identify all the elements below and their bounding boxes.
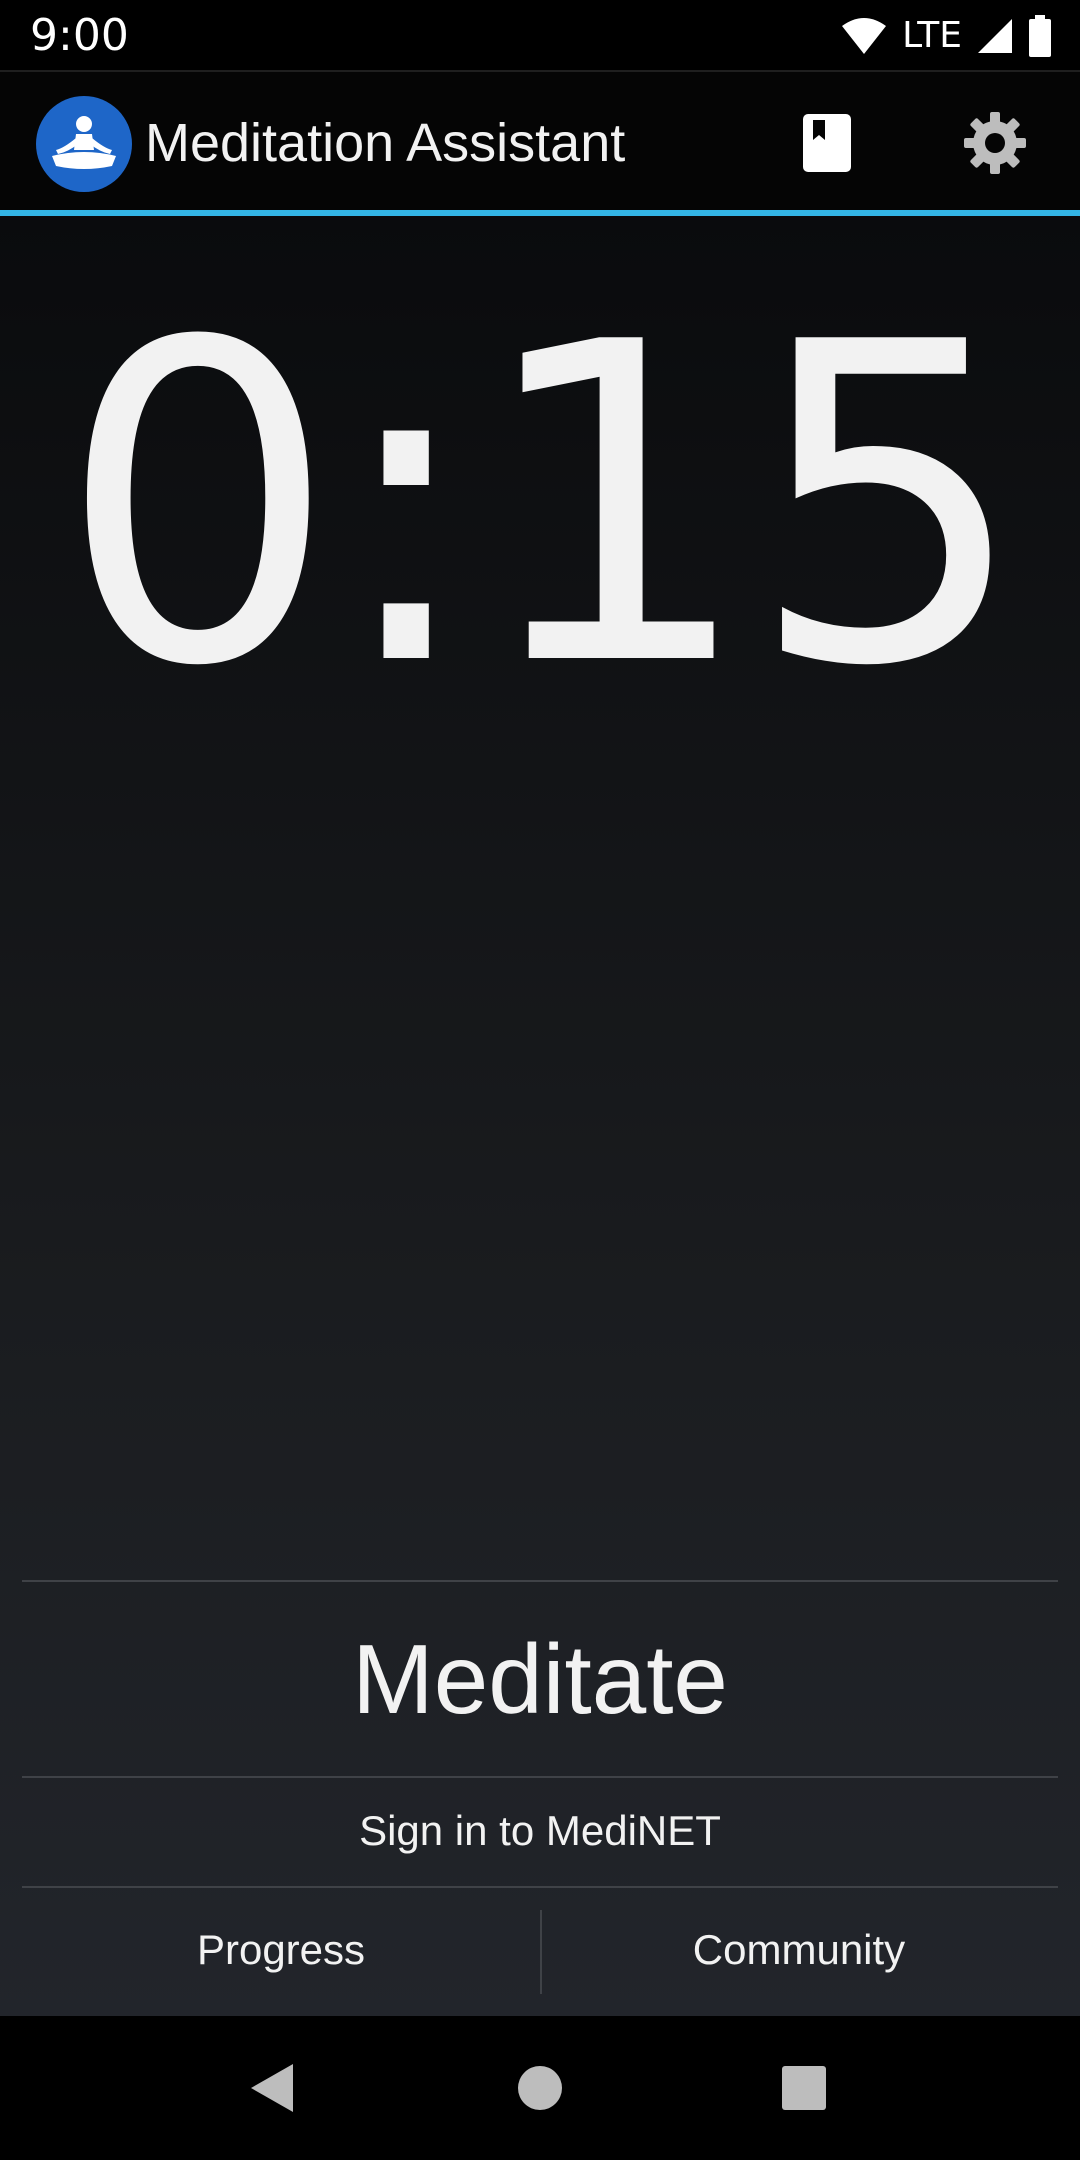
button-separator — [540, 1910, 542, 1994]
back-button[interactable] — [238, 2054, 306, 2122]
status-time: 9:00 — [30, 10, 129, 61]
back-icon — [251, 2064, 293, 2112]
recents-icon — [782, 2066, 826, 2110]
signal-icon — [978, 19, 1012, 53]
bookmark-icon — [803, 114, 851, 172]
timer-display[interactable]: 0:15 — [0, 286, 1080, 726]
navigation-bar — [0, 2016, 1080, 2160]
community-button[interactable]: Community — [540, 1890, 1058, 2010]
home-button[interactable] — [506, 2054, 574, 2122]
sign-in-medinet-button[interactable]: Sign in to MediNET — [22, 1778, 1058, 1884]
divider — [22, 1580, 1058, 1582]
bookmark-button[interactable] — [792, 108, 862, 178]
status-bar: 9:00 LTE — [0, 0, 1080, 72]
network-type-label: LTE — [902, 15, 962, 56]
wifi-icon — [842, 18, 887, 54]
app-bar: Meditation Assistant — [0, 72, 1080, 210]
battery-icon — [1029, 15, 1051, 57]
app-title: Meditation Assistant — [145, 113, 626, 173]
meditate-button[interactable]: Meditate — [22, 1584, 1058, 1774]
divider — [22, 1886, 1058, 1888]
screen: 9:00 LTE Meditation Assistant 0:15 Medit… — [0, 0, 1080, 2160]
status-icons: LTE — [840, 12, 1052, 60]
main-content: 0:15 Meditate Sign in to MediNET Progres… — [0, 216, 1080, 2016]
meditation-logo-icon[interactable] — [36, 96, 132, 192]
home-icon — [518, 2066, 562, 2110]
settings-button[interactable] — [960, 108, 1030, 178]
progress-button[interactable]: Progress — [22, 1890, 540, 2010]
settings-gear-icon — [964, 112, 1026, 174]
bottom-button-row: Progress Community — [22, 1890, 1058, 2010]
recents-button[interactable] — [770, 2054, 838, 2122]
